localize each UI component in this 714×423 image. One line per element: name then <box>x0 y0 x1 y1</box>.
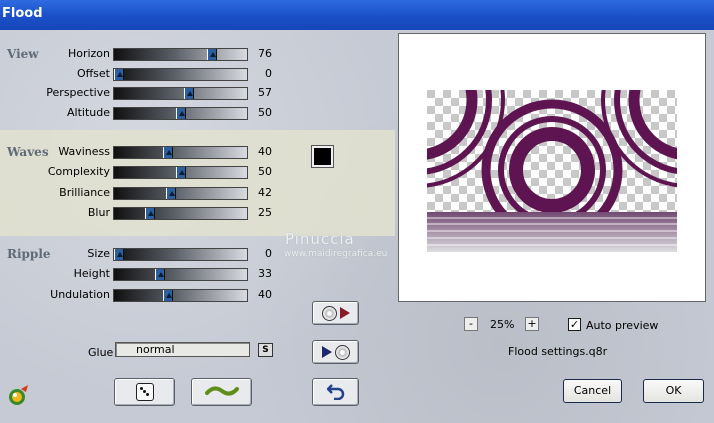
altitude-slider[interactable] <box>113 107 248 120</box>
slider-thumb[interactable] <box>163 290 173 301</box>
zoom-in-button[interactable]: + <box>525 317 539 331</box>
slider-thumb[interactable] <box>163 147 173 158</box>
slider-label: Perspective <box>46 86 110 99</box>
brilliance-slider[interactable] <box>113 187 248 200</box>
save-preset-button[interactable] <box>312 340 359 364</box>
slider-thumb[interactable] <box>184 88 194 99</box>
flood-dialog: Flood View Waves Ripple Horizon 76 Offse… <box>0 0 714 423</box>
zoom-out-button[interactable]: - <box>464 317 478 331</box>
slider-row-size: Size 0 <box>0 247 290 261</box>
slider-label: Altitude <box>67 106 110 119</box>
slider-row-waviness: Waviness 40 <box>0 145 290 159</box>
slider-value: 57 <box>258 86 272 99</box>
glue-button[interactable]: S <box>258 343 273 357</box>
cancel-button[interactable]: Cancel <box>563 379 622 403</box>
size-slider[interactable] <box>113 248 248 261</box>
slider-row-horizon: Horizon 76 <box>0 47 290 61</box>
slider-label: Undulation <box>50 288 110 301</box>
slider-thumb[interactable] <box>114 249 124 260</box>
horizon-slider[interactable] <box>113 48 248 61</box>
slider-row-undulation: Undulation 40 <box>0 288 290 302</box>
window-title: Flood <box>2 6 43 21</box>
slider-label: Height <box>73 267 110 280</box>
auto-preview-label: Auto preview <box>586 319 659 332</box>
slider-row-altitude: Altitude 50 <box>0 106 290 120</box>
wave-icon <box>204 384 239 401</box>
color-swatch[interactable] <box>311 145 334 168</box>
slider-label: Horizon <box>67 47 110 60</box>
slider-row-complexity: Complexity 50 <box>0 165 290 179</box>
slider-thumb[interactable] <box>207 49 217 60</box>
disc-icon <box>334 344 350 360</box>
undulation-slider[interactable] <box>113 289 248 302</box>
slider-value: 40 <box>258 145 272 158</box>
undo-icon <box>325 382 345 403</box>
app-logo-icon <box>7 383 31 410</box>
slider-label: Waviness <box>58 145 110 158</box>
slider-label: Complexity <box>47 165 110 178</box>
offset-slider[interactable] <box>113 68 248 81</box>
disc-icon <box>321 305 337 321</box>
dice-icon <box>135 383 154 401</box>
watermark-url: www.maidiregrafica.eu <box>284 249 388 259</box>
slider-label: Brilliance <box>59 186 110 199</box>
play-right-icon <box>321 346 332 358</box>
height-slider[interactable] <box>113 268 248 281</box>
preview-image <box>427 90 677 252</box>
slider-value: 0 <box>265 67 272 80</box>
load-preset-button[interactable] <box>312 301 359 325</box>
slider-value: 40 <box>258 288 272 301</box>
slider-value: 76 <box>258 47 272 60</box>
slider-value: 0 <box>265 247 272 260</box>
glue-label: Glue <box>88 346 114 359</box>
preview-pane[interactable] <box>398 33 706 302</box>
slider-label: Blur <box>87 206 110 219</box>
slider-value: 50 <box>258 165 272 178</box>
slider-row-brilliance: Brilliance 42 <box>0 186 290 200</box>
slider-thumb[interactable] <box>114 69 124 80</box>
slider-value: 25 <box>258 206 272 219</box>
slider-thumb[interactable] <box>145 208 155 219</box>
slider-row-perspective: Perspective 57 <box>0 86 290 100</box>
blur-slider[interactable] <box>113 207 248 220</box>
slider-thumb[interactable] <box>166 188 176 199</box>
glue-dropdown[interactable]: normal <box>115 342 250 357</box>
slider-thumb[interactable] <box>176 108 186 119</box>
slider-value: 42 <box>258 186 272 199</box>
play-right-icon <box>339 307 350 319</box>
slider-label: Size <box>87 247 110 260</box>
slider-row-offset: Offset 0 <box>0 67 290 81</box>
slider-row-height: Height 33 <box>0 267 290 281</box>
zoom-level: 25% <box>490 318 515 331</box>
slider-row-blur: Blur 25 <box>0 206 290 220</box>
auto-preview-checkbox[interactable]: ✓ <box>568 318 581 331</box>
random-button[interactable] <box>114 378 175 406</box>
dialog-body: View Waves Ripple Horizon 76 Offset 0 Pe… <box>0 30 714 423</box>
complexity-slider[interactable] <box>113 166 248 179</box>
slider-thumb[interactable] <box>176 167 186 178</box>
reset-button[interactable] <box>191 378 252 406</box>
watermark-name: Pinuccia <box>285 230 355 248</box>
slider-value: 33 <box>258 267 272 280</box>
ok-button[interactable]: OK <box>643 379 704 403</box>
slider-label: Offset <box>76 67 110 80</box>
undo-button[interactable] <box>312 378 359 406</box>
perspective-slider[interactable] <box>113 87 248 100</box>
slider-value: 50 <box>258 106 272 119</box>
title-bar[interactable]: Flood <box>0 0 714 30</box>
waviness-slider[interactable] <box>113 146 248 159</box>
settings-filename: Flood settings.q8r <box>508 345 608 358</box>
slider-thumb[interactable] <box>155 269 165 280</box>
